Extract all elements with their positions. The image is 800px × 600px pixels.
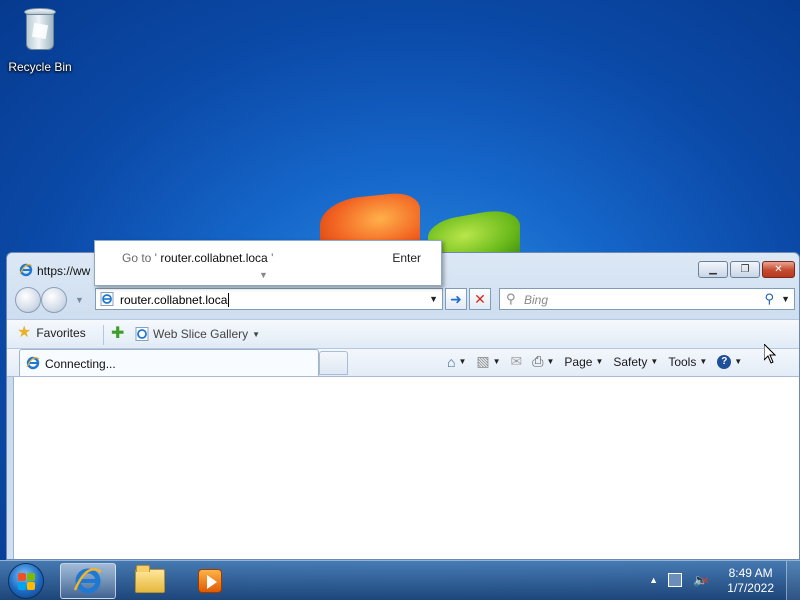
show-desktop-button[interactable] — [786, 561, 800, 600]
web-slice-gallery-button[interactable]: Web Slice Gallery ▼ — [135, 327, 260, 341]
chevron-down-icon: ▼ — [546, 357, 555, 366]
stop-icon: ✕ — [474, 290, 486, 307]
star-icon: ★ — [17, 324, 32, 341]
go-to-prefix: Go to ' — [122, 251, 157, 265]
search-provider-icon: ⚲ — [506, 291, 516, 306]
minimize-button[interactable]: ▁ — [698, 261, 728, 278]
chevron-down-icon: ▼ — [734, 357, 743, 366]
go-to-suggestion[interactable]: Go to ' router.collabnet.loca ' — [122, 251, 273, 265]
windows-explorer-icon — [135, 565, 165, 593]
add-to-favorites-icon[interactable]: ✚ — [111, 326, 124, 342]
restore-button[interactable]: ❐ — [730, 261, 760, 278]
recycle-bin-label: Recycle Bin — [8, 60, 72, 74]
search-box[interactable]: ⚲ Bing ⚲ ▼ — [499, 288, 795, 310]
enter-hint: Enter — [392, 251, 421, 265]
back-button[interactable] — [15, 287, 41, 313]
search-input[interactable]: Bing — [524, 293, 548, 307]
recycle-bin-icon — [21, 4, 59, 52]
arrow-right-icon: ➜ — [450, 290, 462, 307]
ie-icon — [135, 327, 149, 341]
show-hidden-icons-icon[interactable]: ▲ — [649, 575, 658, 585]
safety-menu[interactable]: Safety ▼ — [613, 355, 658, 369]
volume-muted-icon[interactable]: 🔈 ✕ — [693, 573, 709, 587]
chevron-down-icon: ▼ — [458, 357, 467, 366]
go-button[interactable]: ➜ — [445, 288, 467, 310]
page-icon — [100, 292, 114, 306]
taskbar-internet-explorer[interactable] — [60, 563, 116, 599]
tab-row: Connecting... ⌂ ▼ ▧ ▼ ✉ ⎙ ▼ Page ▼ Safety ▼ — [7, 349, 799, 377]
search-options-dropdown-icon[interactable]: ▼ — [781, 294, 790, 304]
clock[interactable]: 8:49 AM 1/7/2022 — [727, 566, 774, 596]
favorites-label: Favorites — [36, 326, 86, 340]
expand-suggestions-icon[interactable]: ▼ — [259, 270, 268, 280]
close-button[interactable]: ✕ — [762, 261, 795, 278]
window-title: https://ww — [37, 264, 91, 278]
tab-label: Connecting... — [45, 357, 116, 371]
favorites-button[interactable]: ★ Favorites — [17, 325, 86, 341]
address-bar[interactable]: router.collabnet.loca ▼ — [95, 288, 443, 310]
go-to-suffix: ' — [271, 251, 274, 265]
print-button[interactable]: ⎙ ▼ — [532, 353, 554, 370]
tab-connecting[interactable]: Connecting... — [19, 349, 319, 376]
clock-time: 8:49 AM — [728, 566, 773, 580]
search-icon[interactable]: ⚲ — [764, 291, 774, 307]
taskbar-media-player[interactable] — [182, 563, 238, 599]
clock-date: 1/7/2022 — [727, 581, 774, 595]
forward-button[interactable] — [41, 287, 67, 313]
chevron-down-icon: ▼ — [595, 357, 604, 366]
chevron-down-icon: ▼ — [252, 329, 261, 339]
close-icon: ✕ — [774, 264, 783, 275]
system-tray: ▲ 🔈 ✕ 8:49 AM 1/7/2022 — [600, 561, 800, 600]
go-to-url: router.collabnet.loca — [160, 251, 268, 265]
help-icon: ? — [717, 354, 732, 369]
rss-icon: ▧ — [476, 353, 490, 369]
recycle-bin[interactable]: Recycle Bin — [6, 4, 74, 74]
internet-explorer-icon — [73, 568, 102, 594]
recent-pages-dropdown-icon[interactable]: ▼ — [75, 295, 84, 305]
chevron-down-icon: ▼ — [492, 357, 501, 366]
address-dropdown-icon[interactable]: ▼ — [429, 294, 438, 304]
chevron-down-icon: ▼ — [650, 357, 659, 366]
tools-menu-label: Tools — [668, 354, 697, 369]
safety-menu-label: Safety — [613, 354, 648, 369]
read-mail-button[interactable]: ✉ — [511, 353, 523, 370]
stop-button[interactable]: ✕ — [469, 288, 491, 310]
feeds-button[interactable]: ▧ ▼ — [476, 353, 500, 370]
help-menu[interactable]: ? ▼ — [717, 354, 743, 369]
ie-window: https://ww ▁ ❐ ✕ ▼ router.collabnet.loca… — [6, 252, 800, 560]
new-tab-button[interactable] — [319, 351, 348, 375]
network-icon[interactable] — [668, 573, 682, 587]
ie-icon — [26, 356, 40, 370]
page-content[interactable] — [13, 377, 799, 559]
home-icon: ⌂ — [447, 353, 456, 370]
chevron-down-icon: ▼ — [699, 357, 708, 366]
web-slice-gallery-label: Web Slice Gallery — [153, 327, 249, 341]
printer-icon: ⎙ — [532, 353, 544, 369]
media-player-icon — [198, 569, 222, 593]
ie-icon — [19, 263, 33, 277]
minimize-icon: ▁ — [709, 264, 717, 275]
favorites-bar: ★ Favorites ✚ Web Slice Gallery ▼ — [7, 319, 799, 349]
mail-icon: ✉ — [510, 353, 523, 369]
page-menu[interactable]: Page ▼ — [564, 355, 603, 369]
home-button[interactable]: ⌂ ▼ — [447, 354, 466, 370]
page-menu-label: Page — [564, 354, 593, 369]
tools-menu[interactable]: Tools ▼ — [668, 355, 707, 369]
taskbar: ▲ 🔈 ✕ 8:49 AM 1/7/2022 — [0, 560, 800, 600]
divider — [103, 325, 104, 345]
address-input[interactable]: router.collabnet.loca — [120, 293, 230, 307]
navigation-bar: ▼ router.collabnet.loca ▼ ➜ ✕ ⚲ Bing ⚲ ▼ — [7, 285, 799, 317]
start-button[interactable] — [8, 563, 44, 599]
address-suggestion-dropdown: Go to ' router.collabnet.loca ' Enter ▼ — [94, 240, 442, 286]
command-bar: ⌂ ▼ ▧ ▼ ✉ ⎙ ▼ Page ▼ Safety ▼ Tools ▼ ? ▼ — [447, 353, 752, 370]
taskbar-windows-explorer[interactable] — [122, 563, 178, 599]
restore-icon: ❐ — [740, 264, 750, 275]
